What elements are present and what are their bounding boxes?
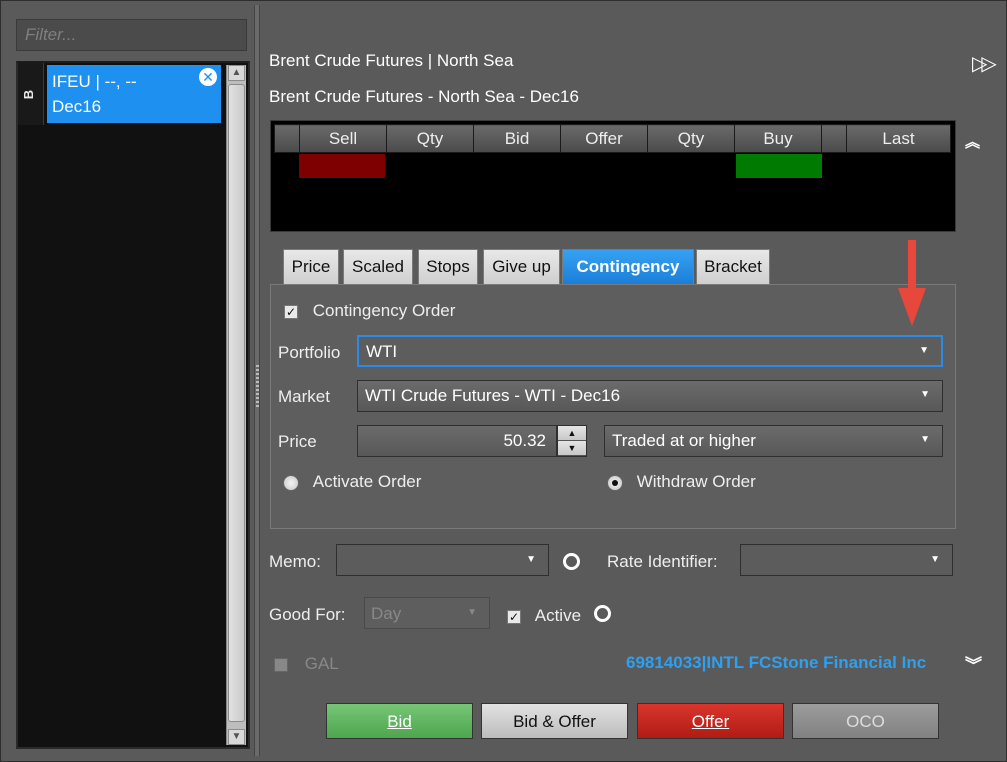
condition-value: Traded at or higher bbox=[612, 431, 756, 450]
scroll-up-arrow-icon[interactable]: ▲ bbox=[228, 65, 245, 81]
tab-bracket[interactable]: Bracket bbox=[696, 249, 770, 284]
active-option[interactable]: ✓ Active bbox=[507, 606, 581, 626]
price-value: 50.32 bbox=[503, 431, 546, 450]
price-ladder: Sell Qty Bid Offer Qty Buy Last bbox=[270, 120, 956, 232]
splitter-grip-icon[interactable] bbox=[256, 365, 259, 409]
withdraw-order-radio[interactable] bbox=[607, 474, 623, 491]
dropdown-arrow-icon: ▼ bbox=[920, 389, 930, 400]
dropdown-arrow-icon: ▼ bbox=[919, 345, 929, 356]
good-for-dropdown[interactable]: Day ▼ bbox=[364, 597, 490, 629]
contract-title: Brent Crude Futures - North Sea - Dec16 bbox=[269, 87, 579, 106]
memo-label: Memo: bbox=[269, 552, 321, 571]
list-item-line2: Dec16 bbox=[52, 97, 102, 116]
list-scrollbar[interactable]: ▲ ▼ bbox=[226, 65, 246, 745]
filter-input[interactable]: Filter... bbox=[16, 19, 247, 51]
offer-button[interactable]: Offer bbox=[637, 703, 784, 739]
ladder-col-offer: Offer bbox=[560, 124, 648, 153]
price-stepper[interactable]: ▲ ▼ bbox=[557, 425, 587, 457]
ladder-col-last: Last bbox=[846, 124, 951, 153]
tab-scaled[interactable]: Scaled bbox=[343, 249, 413, 284]
withdraw-order-label: Withdraw Order bbox=[636, 472, 756, 491]
good-for-value: Day bbox=[371, 604, 402, 623]
bid-button[interactable]: Bid bbox=[326, 703, 473, 739]
ladder-col-qty: Qty bbox=[386, 124, 474, 153]
spin-up-icon[interactable]: ▲ bbox=[558, 426, 586, 441]
gal-option[interactable]: GAL bbox=[274, 654, 339, 674]
scroll-down-arrow-icon[interactable]: ▼ bbox=[228, 729, 245, 745]
collapse-up-icon[interactable]: ︽ bbox=[965, 131, 980, 152]
portfolio-label: Portfolio bbox=[278, 343, 341, 362]
ladder-col-qty2: Qty bbox=[647, 124, 735, 153]
market-title: Brent Crude Futures | North Sea bbox=[269, 51, 514, 70]
market-value: WTI Crude Futures - WTI - Dec16 bbox=[365, 386, 621, 405]
sell-button-cell[interactable] bbox=[299, 154, 385, 178]
market-label: Market bbox=[278, 387, 330, 406]
active-label: Active bbox=[534, 606, 582, 625]
tab-contingency[interactable]: Contingency bbox=[562, 249, 694, 284]
active-indicator-icon[interactable] bbox=[594, 605, 611, 622]
memo-indicator-icon[interactable] bbox=[563, 553, 580, 570]
dropdown-arrow-icon: ▼ bbox=[467, 607, 477, 618]
market-list: B IFEU | --, -- Dec16 ✕ ▲ ▼ bbox=[16, 61, 250, 749]
scroll-thumb[interactable] bbox=[228, 84, 245, 722]
expand-down-icon[interactable]: ︾ bbox=[965, 651, 982, 676]
memo-dropdown[interactable]: ▼ bbox=[336, 544, 549, 576]
dropdown-arrow-icon: ▼ bbox=[920, 434, 930, 445]
active-checkbox[interactable]: ✓ bbox=[507, 609, 521, 624]
ladder-col-bid: Bid bbox=[473, 124, 561, 153]
price-label: Price bbox=[278, 432, 317, 451]
rate-identifier-label: Rate Identifier: bbox=[607, 552, 718, 571]
ladder-col-sell: Sell bbox=[299, 124, 387, 153]
market-list-panel: Filter... B IFEU | --, -- Dec16 ✕ ▲ ▼ bbox=[5, 5, 253, 756]
bid-and-offer-button[interactable]: Bid & Offer bbox=[481, 703, 628, 739]
contingency-checkbox[interactable]: ✓ bbox=[284, 304, 298, 319]
dropdown-arrow-icon: ▼ bbox=[526, 554, 536, 565]
oco-button[interactable]: OCO bbox=[792, 703, 939, 739]
ladder-col-blank2 bbox=[821, 124, 847, 153]
price-input[interactable]: 50.32 bbox=[357, 425, 557, 457]
panel-splitter[interactable] bbox=[254, 5, 260, 756]
tab-price[interactable]: Price bbox=[283, 249, 339, 284]
contingency-order-row[interactable]: ✓ Contingency Order bbox=[284, 301, 455, 321]
list-item-line1: IFEU | --, -- bbox=[52, 72, 137, 91]
close-icon[interactable]: ✕ bbox=[199, 68, 217, 86]
ladder-header: Sell Qty Bid Offer Qty Buy Last bbox=[274, 124, 951, 153]
tab-stops[interactable]: Stops bbox=[418, 249, 478, 284]
buy-button-cell[interactable] bbox=[736, 154, 822, 178]
ladder-col-blank bbox=[274, 124, 300, 153]
good-for-label: Good For: bbox=[269, 605, 346, 624]
tab-give-up[interactable]: Give up bbox=[483, 249, 560, 284]
side-tab-b[interactable]: B bbox=[18, 63, 44, 125]
dropdown-arrow-icon: ▼ bbox=[930, 554, 940, 565]
spin-down-icon[interactable]: ▼ bbox=[558, 441, 586, 456]
withdraw-order-option[interactable]: Withdraw Order bbox=[607, 472, 756, 492]
activate-order-option[interactable]: Activate Order bbox=[283, 472, 421, 492]
portfolio-value: WTI bbox=[366, 342, 398, 361]
account-link[interactable]: 69814033|INTL FCStone Financial Inc bbox=[626, 653, 926, 673]
portfolio-dropdown[interactable]: WTI ▼ bbox=[357, 335, 943, 367]
activate-order-label: Activate Order bbox=[312, 472, 422, 491]
contingency-label: Contingency Order bbox=[312, 301, 456, 320]
gal-checkbox[interactable] bbox=[274, 657, 288, 672]
list-item-ifeu-dec16[interactable]: IFEU | --, -- Dec16 ✕ bbox=[47, 65, 221, 123]
rate-identifier-dropdown[interactable]: ▼ bbox=[740, 544, 953, 576]
gal-label: GAL bbox=[304, 654, 339, 673]
market-dropdown[interactable]: WTI Crude Futures - WTI - Dec16 ▼ bbox=[357, 380, 943, 412]
fast-forward-icon[interactable]: ▷▷ bbox=[972, 51, 997, 76]
annotation-arrow-icon bbox=[898, 240, 926, 326]
condition-dropdown[interactable]: Traded at or higher ▼ bbox=[604, 425, 943, 457]
ladder-col-buy: Buy bbox=[734, 124, 822, 153]
activate-order-radio[interactable] bbox=[283, 474, 299, 491]
